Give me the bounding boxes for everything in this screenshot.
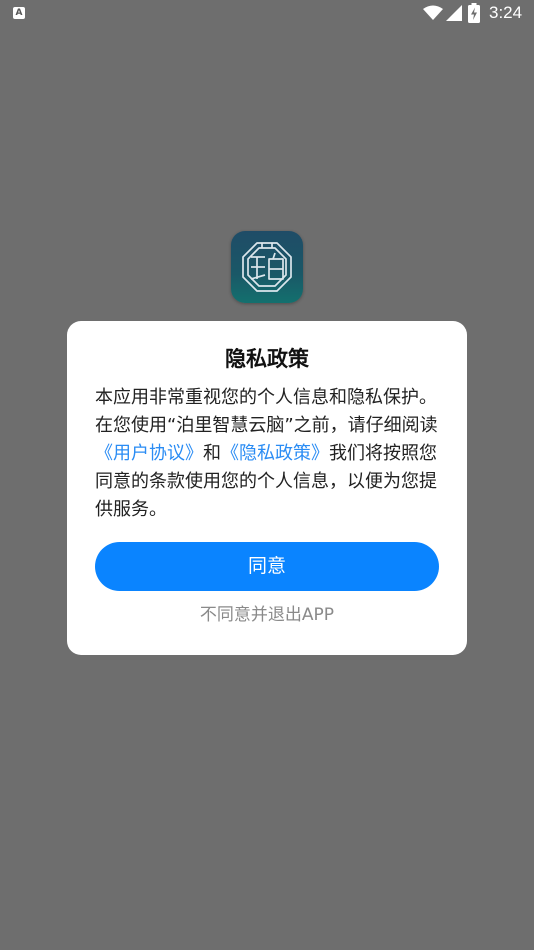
battery-charging-icon bbox=[468, 3, 480, 23]
disagree-exit-button[interactable]: 不同意并退出APP bbox=[67, 602, 467, 628]
body-text-intro: 本应用非常重视您的个人信息和隐私保护。在您使用“泊里智慧云脑”之前，请仔细阅读 bbox=[95, 387, 438, 436]
agree-button[interactable]: 同意 bbox=[95, 542, 439, 591]
body-text-and: 和 bbox=[203, 443, 221, 464]
dialog-body: 本应用非常重视您的个人信息和隐私保护。在您使用“泊里智慧云脑”之前，请仔细阅读《… bbox=[95, 384, 441, 524]
bo-app-logo-icon bbox=[242, 242, 292, 292]
user-agreement-link[interactable]: 《用户协议》 bbox=[95, 443, 203, 464]
app-logo bbox=[231, 231, 303, 303]
dialog-title: 隐私政策 bbox=[225, 347, 309, 371]
notification-a-icon: A bbox=[13, 7, 25, 19]
cell-signal-icon bbox=[446, 5, 462, 21]
privacy-policy-dialog: 隐私政策 本应用非常重视您的个人信息和隐私保护。在您使用“泊里智慧云脑”之前，请… bbox=[67, 321, 467, 655]
status-bar: A 3:24 bbox=[0, 0, 534, 28]
status-time: 3:24 bbox=[489, 3, 523, 22]
privacy-policy-link[interactable]: 《隐私政策》 bbox=[221, 443, 329, 464]
wifi-icon bbox=[423, 5, 443, 20]
